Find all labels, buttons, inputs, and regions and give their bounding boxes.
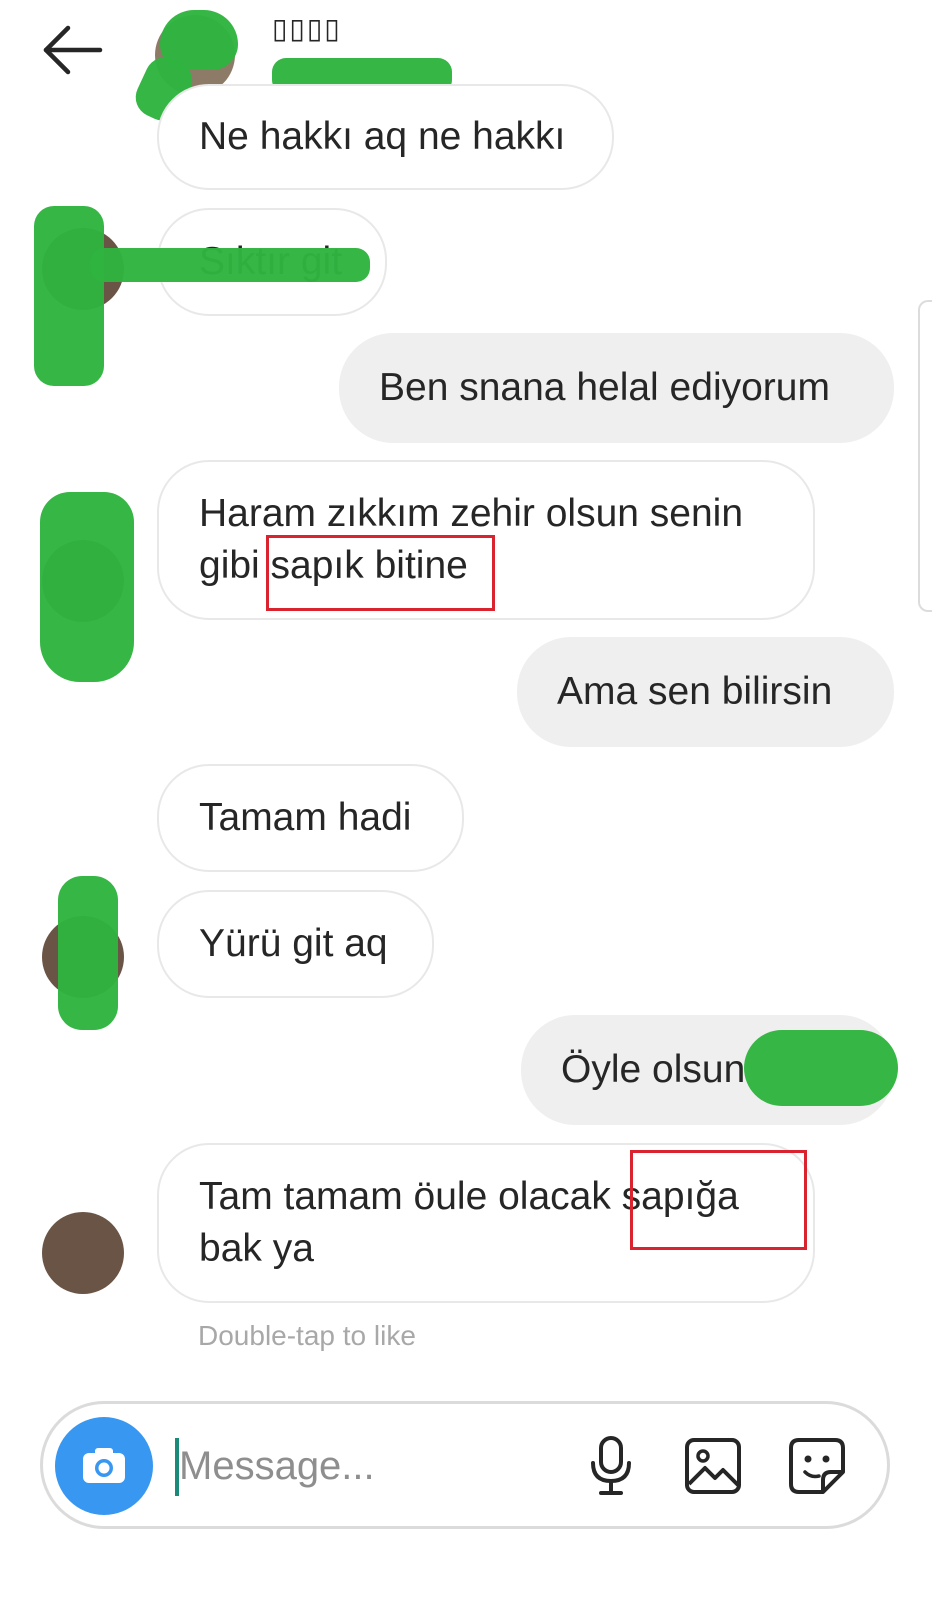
message-text: Öyle olsun bbox=[561, 1048, 746, 1091]
message-bubble-outgoing[interactable]: Ama sen bilirsin bbox=[517, 637, 894, 747]
message-input[interactable] bbox=[179, 1434, 559, 1498]
camera-button[interactable] bbox=[55, 1417, 153, 1515]
message-bubble-incoming[interactable]: Tamam hadi bbox=[157, 764, 464, 872]
message-text: Ben snana helal ediyorum bbox=[379, 366, 830, 409]
message-text: Ama sen bilirsin bbox=[557, 670, 833, 713]
redaction-scribble bbox=[90, 248, 370, 282]
annotation-highlight bbox=[266, 535, 495, 611]
header-username[interactable]: ▯▯▯▯ bbox=[272, 12, 342, 45]
double-tap-hint: Double-tap to like bbox=[198, 1320, 416, 1351]
sender-avatar[interactable] bbox=[42, 1212, 124, 1294]
message-text: Yürü git aq bbox=[199, 922, 388, 965]
redaction-scribble bbox=[58, 876, 118, 1030]
camera-icon bbox=[83, 1448, 125, 1483]
redaction-scribble bbox=[34, 206, 104, 386]
message-bubble-incoming[interactable]: Ne hakkı aq ne hakkı bbox=[157, 84, 614, 190]
redaction-scribble bbox=[40, 492, 134, 682]
microphone-icon[interactable] bbox=[579, 1434, 643, 1498]
message-bubble-outgoing[interactable]: Ben snana helal ediyorum bbox=[339, 333, 894, 443]
annotation-highlight bbox=[630, 1150, 807, 1250]
gallery-icon[interactable] bbox=[681, 1434, 745, 1498]
sticker-icon[interactable] bbox=[785, 1434, 849, 1498]
message-text: Ne hakkı aq ne hakkı bbox=[199, 115, 566, 158]
message-bubble-incoming[interactable]: Yürü git aq bbox=[157, 890, 434, 998]
message-text: Tamam hadi bbox=[199, 796, 412, 839]
message-composer bbox=[40, 1401, 890, 1529]
back-arrow-icon[interactable] bbox=[38, 22, 108, 78]
scrollbar[interactable] bbox=[918, 300, 932, 612]
redaction-scribble bbox=[744, 1030, 898, 1106]
